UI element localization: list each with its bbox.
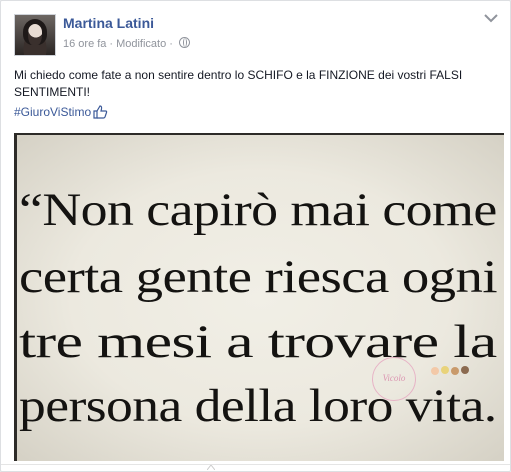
post-footer	[1, 464, 510, 471]
edited-label[interactable]: Modificato	[116, 38, 166, 50]
post-text: Mi chiedo come fate a non sentire dentro…	[14, 68, 463, 99]
hashtag-row: #GiuroViStimo	[14, 104, 108, 120]
thumbs-up-icon	[93, 105, 108, 119]
post-meta: 16 ore fa · Modificato ·	[63, 37, 190, 50]
chevron-down-icon[interactable]	[484, 13, 498, 23]
author-avatar[interactable]	[14, 14, 56, 56]
post-image[interactable]: “Non capirò mai come certa gente riesca …	[14, 133, 504, 461]
watermark-figures-icon	[431, 366, 469, 375]
post-timestamp[interactable]: 16 ore fa	[63, 38, 106, 50]
image-text-line: tre mesi a trovare la	[19, 316, 497, 368]
globe-icon[interactable]	[178, 37, 190, 48]
watermark-logo: Vicolo	[372, 357, 416, 401]
hashtag-link[interactable]: #GiuroViStimo	[14, 105, 91, 119]
post-card: Martina Latini 16 ore fa · Modificato · Mi …	[0, 0, 511, 472]
image-text-line: certa gente riesca ogni	[19, 251, 498, 303]
caret-up-icon	[207, 465, 215, 470]
image-text-line: “Non capirò mai come	[19, 184, 497, 236]
image-text-line: persona della loro vita.	[19, 380, 497, 432]
author-name[interactable]: Martina Latini	[63, 15, 154, 31]
